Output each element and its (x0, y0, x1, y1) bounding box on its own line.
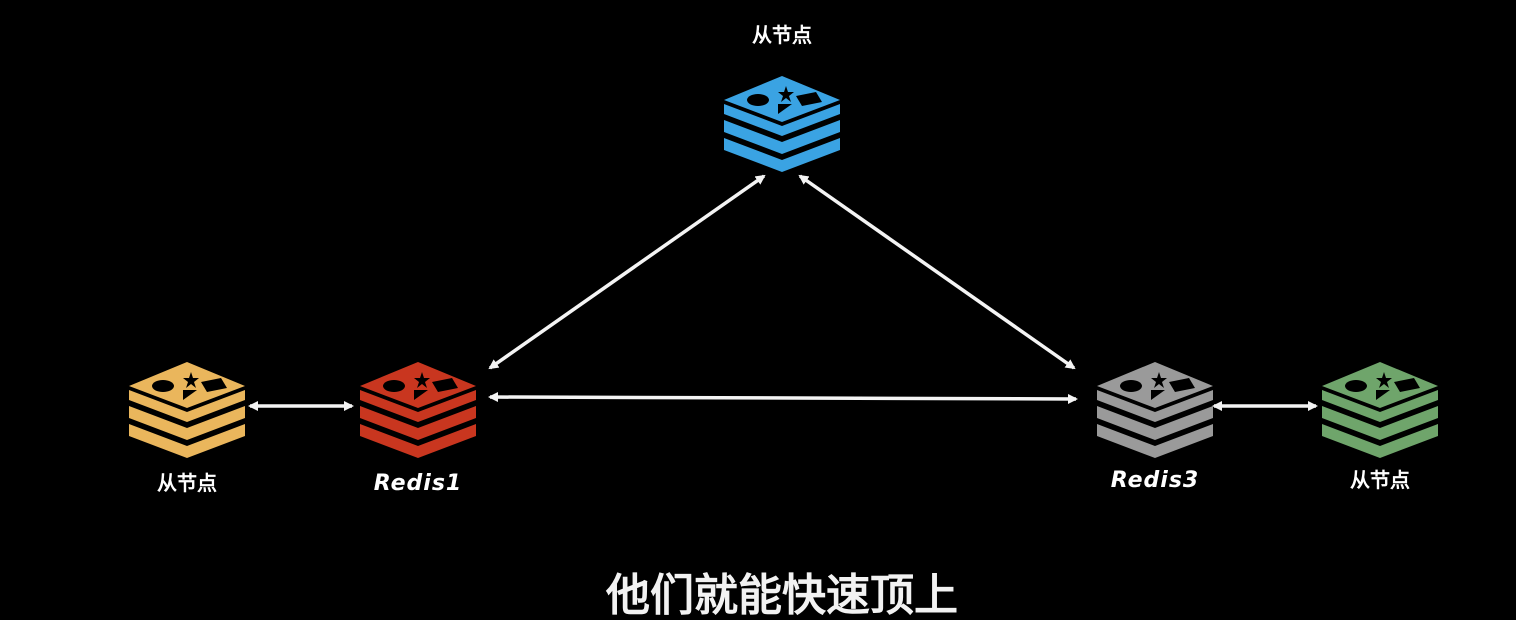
cluster-diagram: 从节点 从节点 Redis1 Redis3 从节点 他们就能快速顶上 (129, 23, 1438, 620)
node-right-replica: 从节点 (1322, 362, 1438, 492)
node-top: 从节点 (724, 23, 840, 172)
redis-stack-icon (360, 362, 476, 458)
node-label: Redis3 (1111, 468, 1199, 493)
node-redis1: Redis1 (360, 362, 476, 496)
redis-stack-icon (129, 362, 245, 458)
subtitle-caption: 他们就能快速顶上 (605, 570, 958, 620)
node-label: Redis1 (374, 471, 462, 496)
node-redis3: Redis3 (1097, 362, 1213, 493)
link-redis1-redis3 (488, 392, 1078, 404)
redis-stack-icon (1097, 362, 1213, 458)
node-label: 从节点 (1350, 468, 1410, 492)
redis-stack-icon (724, 76, 840, 172)
node-label: 从节点 (752, 23, 812, 47)
link-top-redis3 (798, 174, 1076, 370)
redis-stack-icon (1322, 362, 1438, 458)
node-left-replica: 从节点 (129, 362, 245, 495)
node-label: 从节点 (157, 471, 217, 495)
link-redis1-top (488, 174, 766, 370)
